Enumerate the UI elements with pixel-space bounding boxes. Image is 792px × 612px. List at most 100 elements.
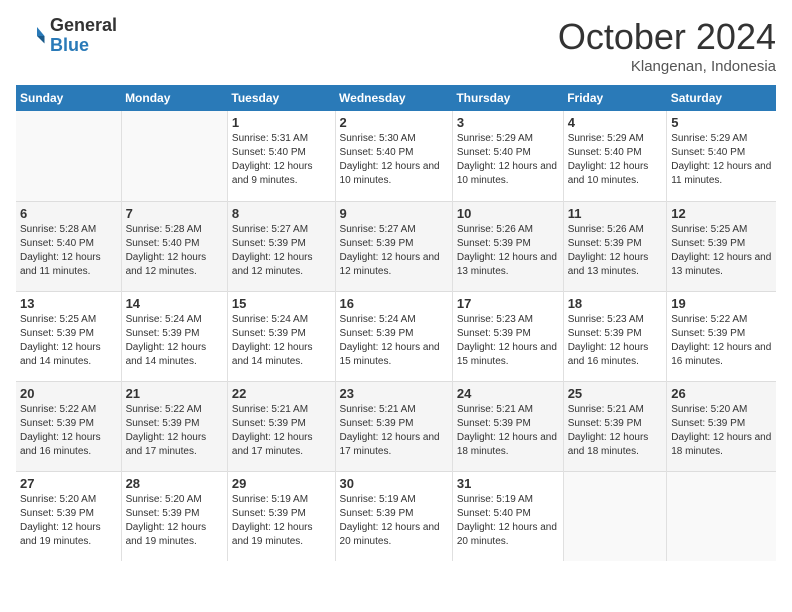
calendar-cell: 6 Sunrise: 5:28 AMSunset: 5:40 PMDaylight… xyxy=(16,201,121,291)
day-info: Sunrise: 5:20 AMSunset: 5:39 PMDaylight:… xyxy=(671,403,772,459)
day-number: 2 xyxy=(340,115,448,130)
calendar-cell: 16 Sunrise: 5:24 AMSunset: 5:39 PMDayligh… xyxy=(335,291,452,381)
calendar-cell: 12 Sunrise: 5:25 AMSunset: 5:39 PMDayligh… xyxy=(667,201,776,291)
day-info: Sunrise: 5:22 AMSunset: 5:39 PMDaylight:… xyxy=(126,403,223,459)
day-number: 21 xyxy=(126,386,223,401)
calendar-cell: 18Sunrise: 5:23 AMSunset: 5:39 PMDayligh… xyxy=(563,291,667,381)
day-number: 3 xyxy=(457,115,559,130)
day-number: 20 xyxy=(20,386,117,401)
calendar-cell: 7Sunrise: 5:28 AMSunset: 5:40 PMDaylight… xyxy=(121,201,227,291)
day-number: 31 xyxy=(457,476,559,491)
day-number: 10 xyxy=(457,206,559,221)
calendar-cell xyxy=(667,471,776,561)
day-info: Sunrise: 5:19 AMSunset: 5:39 PMDaylight:… xyxy=(232,493,331,549)
day-number: 18 xyxy=(568,296,663,311)
day-info: Sunrise: 5:31 AMSunset: 5:40 PMDaylight:… xyxy=(232,132,331,188)
day-info: Sunrise: 5:21 AMSunset: 5:39 PMDaylight:… xyxy=(340,403,448,459)
calendar-cell: 24 Sunrise: 5:21 AMSunset: 5:39 PMDayligh… xyxy=(452,381,563,471)
day-number: 22 xyxy=(232,386,331,401)
title-block: October 2024 Klangenan, Indonesia xyxy=(558,16,776,75)
day-info: Sunrise: 5:24 AMSunset: 5:39 PMDaylight:… xyxy=(126,313,223,369)
day-number: 13 xyxy=(20,296,117,311)
header-tuesday: Tuesday xyxy=(227,85,335,111)
calendar-week-row: 27 Sunrise: 5:20 AMSunset: 5:39 PMDayligh… xyxy=(16,471,776,561)
day-info: Sunrise: 5:25 AMSunset: 5:39 PMDaylight:… xyxy=(20,313,117,369)
day-number: 6 xyxy=(20,206,117,221)
day-info: Sunrise: 5:27 AMSunset: 5:39 PMDaylight:… xyxy=(340,223,448,279)
calendar-cell: 1 Sunrise: 5:31 AMSunset: 5:40 PMDaylight… xyxy=(227,111,335,201)
day-info: Sunrise: 5:26 AMSunset: 5:39 PMDaylight:… xyxy=(457,223,559,279)
day-number: 16 xyxy=(340,296,448,311)
day-info: Sunrise: 5:22 AMSunset: 5:39 PMDaylight:… xyxy=(671,313,772,369)
day-number: 19 xyxy=(671,296,772,311)
day-info: Sunrise: 5:28 AMSunset: 5:40 PMDaylight:… xyxy=(126,223,223,279)
day-number: 28 xyxy=(126,476,223,491)
day-info: Sunrise: 5:21 AMSunset: 5:39 PMDaylight:… xyxy=(457,403,559,459)
day-info: Sunrise: 5:22 AMSunset: 5:39 PMDaylight:… xyxy=(20,403,117,459)
logo: General Blue xyxy=(16,16,117,56)
day-info: Sunrise: 5:19 AMSunset: 5:39 PMDaylight:… xyxy=(340,493,448,549)
day-number: 4 xyxy=(568,115,663,130)
calendar-cell: 10 Sunrise: 5:26 AMSunset: 5:39 PMDayligh… xyxy=(452,201,563,291)
calendar-cell: 20 Sunrise: 5:22 AMSunset: 5:39 PMDayligh… xyxy=(16,381,121,471)
calendar-cell: 11 Sunrise: 5:26 AMSunset: 5:39 PMDayligh… xyxy=(563,201,667,291)
day-number: 29 xyxy=(232,476,331,491)
day-number: 24 xyxy=(457,386,559,401)
day-number: 11 xyxy=(568,206,663,221)
header-friday: Friday xyxy=(563,85,667,111)
day-number: 14 xyxy=(126,296,223,311)
calendar-cell: 4 Sunrise: 5:29 AMSunset: 5:40 PMDaylight… xyxy=(563,111,667,201)
day-number: 17 xyxy=(457,296,559,311)
header-wednesday: Wednesday xyxy=(335,85,452,111)
day-info: Sunrise: 5:24 AMSunset: 5:39 PMDaylight:… xyxy=(340,313,448,369)
calendar-cell: 23 Sunrise: 5:21 AMSunset: 5:39 PMDayligh… xyxy=(335,381,452,471)
day-number: 15 xyxy=(232,296,331,311)
header-saturday: Saturday xyxy=(667,85,776,111)
calendar-cell: 13 Sunrise: 5:25 AMSunset: 5:39 PMDayligh… xyxy=(16,291,121,381)
day-info: Sunrise: 5:27 AMSunset: 5:39 PMDaylight:… xyxy=(232,223,331,279)
day-number: 23 xyxy=(340,386,448,401)
calendar-cell: 21 Sunrise: 5:22 AMSunset: 5:39 PMDayligh… xyxy=(121,381,227,471)
day-number: 5 xyxy=(671,115,772,130)
month-title: October 2024 xyxy=(558,16,776,58)
calendar-cell: 31Sunrise: 5:19 AMSunset: 5:40 PMDayligh… xyxy=(452,471,563,561)
calendar-cell xyxy=(563,471,667,561)
day-info: Sunrise: 5:24 AMSunset: 5:39 PMDaylight:… xyxy=(232,313,331,369)
calendar-week-row: 6 Sunrise: 5:28 AMSunset: 5:40 PMDaylight… xyxy=(16,201,776,291)
day-info: Sunrise: 5:23 AMSunset: 5:39 PMDaylight:… xyxy=(457,313,559,369)
calendar-table: SundayMondayTuesdayWednesdayThursdayFrid… xyxy=(16,85,776,561)
day-info: Sunrise: 5:21 AMSunset: 5:39 PMDaylight:… xyxy=(568,403,663,459)
calendar-week-row: 13 Sunrise: 5:25 AMSunset: 5:39 PMDayligh… xyxy=(16,291,776,381)
day-number: 1 xyxy=(232,115,331,130)
day-info: Sunrise: 5:25 AMSunset: 5:39 PMDaylight:… xyxy=(671,223,772,279)
calendar-cell: 15 Sunrise: 5:24 AMSunset: 5:39 PMDayligh… xyxy=(227,291,335,381)
day-info: Sunrise: 5:29 AMSunset: 5:40 PMDaylight:… xyxy=(568,132,663,188)
logo-text: General Blue xyxy=(50,16,117,56)
calendar-cell: 19 Sunrise: 5:22 AMSunset: 5:39 PMDayligh… xyxy=(667,291,776,381)
calendar-cell: 2 Sunrise: 5:30 AMSunset: 5:40 PMDaylight… xyxy=(335,111,452,201)
day-info: Sunrise: 5:30 AMSunset: 5:40 PMDaylight:… xyxy=(340,132,448,188)
day-number: 30 xyxy=(340,476,448,491)
calendar-cell xyxy=(16,111,121,201)
day-number: 9 xyxy=(340,206,448,221)
day-info: Sunrise: 5:26 AMSunset: 5:39 PMDaylight:… xyxy=(568,223,663,279)
calendar-cell: 14 Sunrise: 5:24 AMSunset: 5:39 PMDayligh… xyxy=(121,291,227,381)
day-info: Sunrise: 5:20 AMSunset: 5:39 PMDaylight:… xyxy=(126,493,223,549)
calendar-cell: 5 Sunrise: 5:29 AMSunset: 5:40 PMDaylight… xyxy=(667,111,776,201)
day-number: 12 xyxy=(671,206,772,221)
day-number: 26 xyxy=(671,386,772,401)
calendar-cell xyxy=(121,111,227,201)
calendar-week-row: 20 Sunrise: 5:22 AMSunset: 5:39 PMDayligh… xyxy=(16,381,776,471)
calendar-cell: 30 Sunrise: 5:19 AMSunset: 5:39 PMDayligh… xyxy=(335,471,452,561)
calendar-cell: 9 Sunrise: 5:27 AMSunset: 5:39 PMDaylight… xyxy=(335,201,452,291)
calendar-cell: 28 Sunrise: 5:20 AMSunset: 5:39 PMDayligh… xyxy=(121,471,227,561)
calendar-cell: 27Sunrise: 5:20 AMSunset: 5:39 PMDayligh… xyxy=(16,471,121,561)
day-info: Sunrise: 5:29 AMSunset: 5:40 PMDaylight:… xyxy=(457,132,559,188)
day-info: Sunrise: 5:21 AMSunset: 5:39 PMDaylight:… xyxy=(232,403,331,459)
day-number: 25 xyxy=(568,386,663,401)
calendar-header-row: SundayMondayTuesdayWednesdayThursdayFrid… xyxy=(16,85,776,111)
day-info: Sunrise: 5:28 AMSunset: 5:40 PMDaylight:… xyxy=(20,223,117,279)
day-number: 27 xyxy=(20,476,117,491)
header-sunday: Sunday xyxy=(16,85,121,111)
day-info: Sunrise: 5:29 AMSunset: 5:40 PMDaylight:… xyxy=(671,132,772,188)
